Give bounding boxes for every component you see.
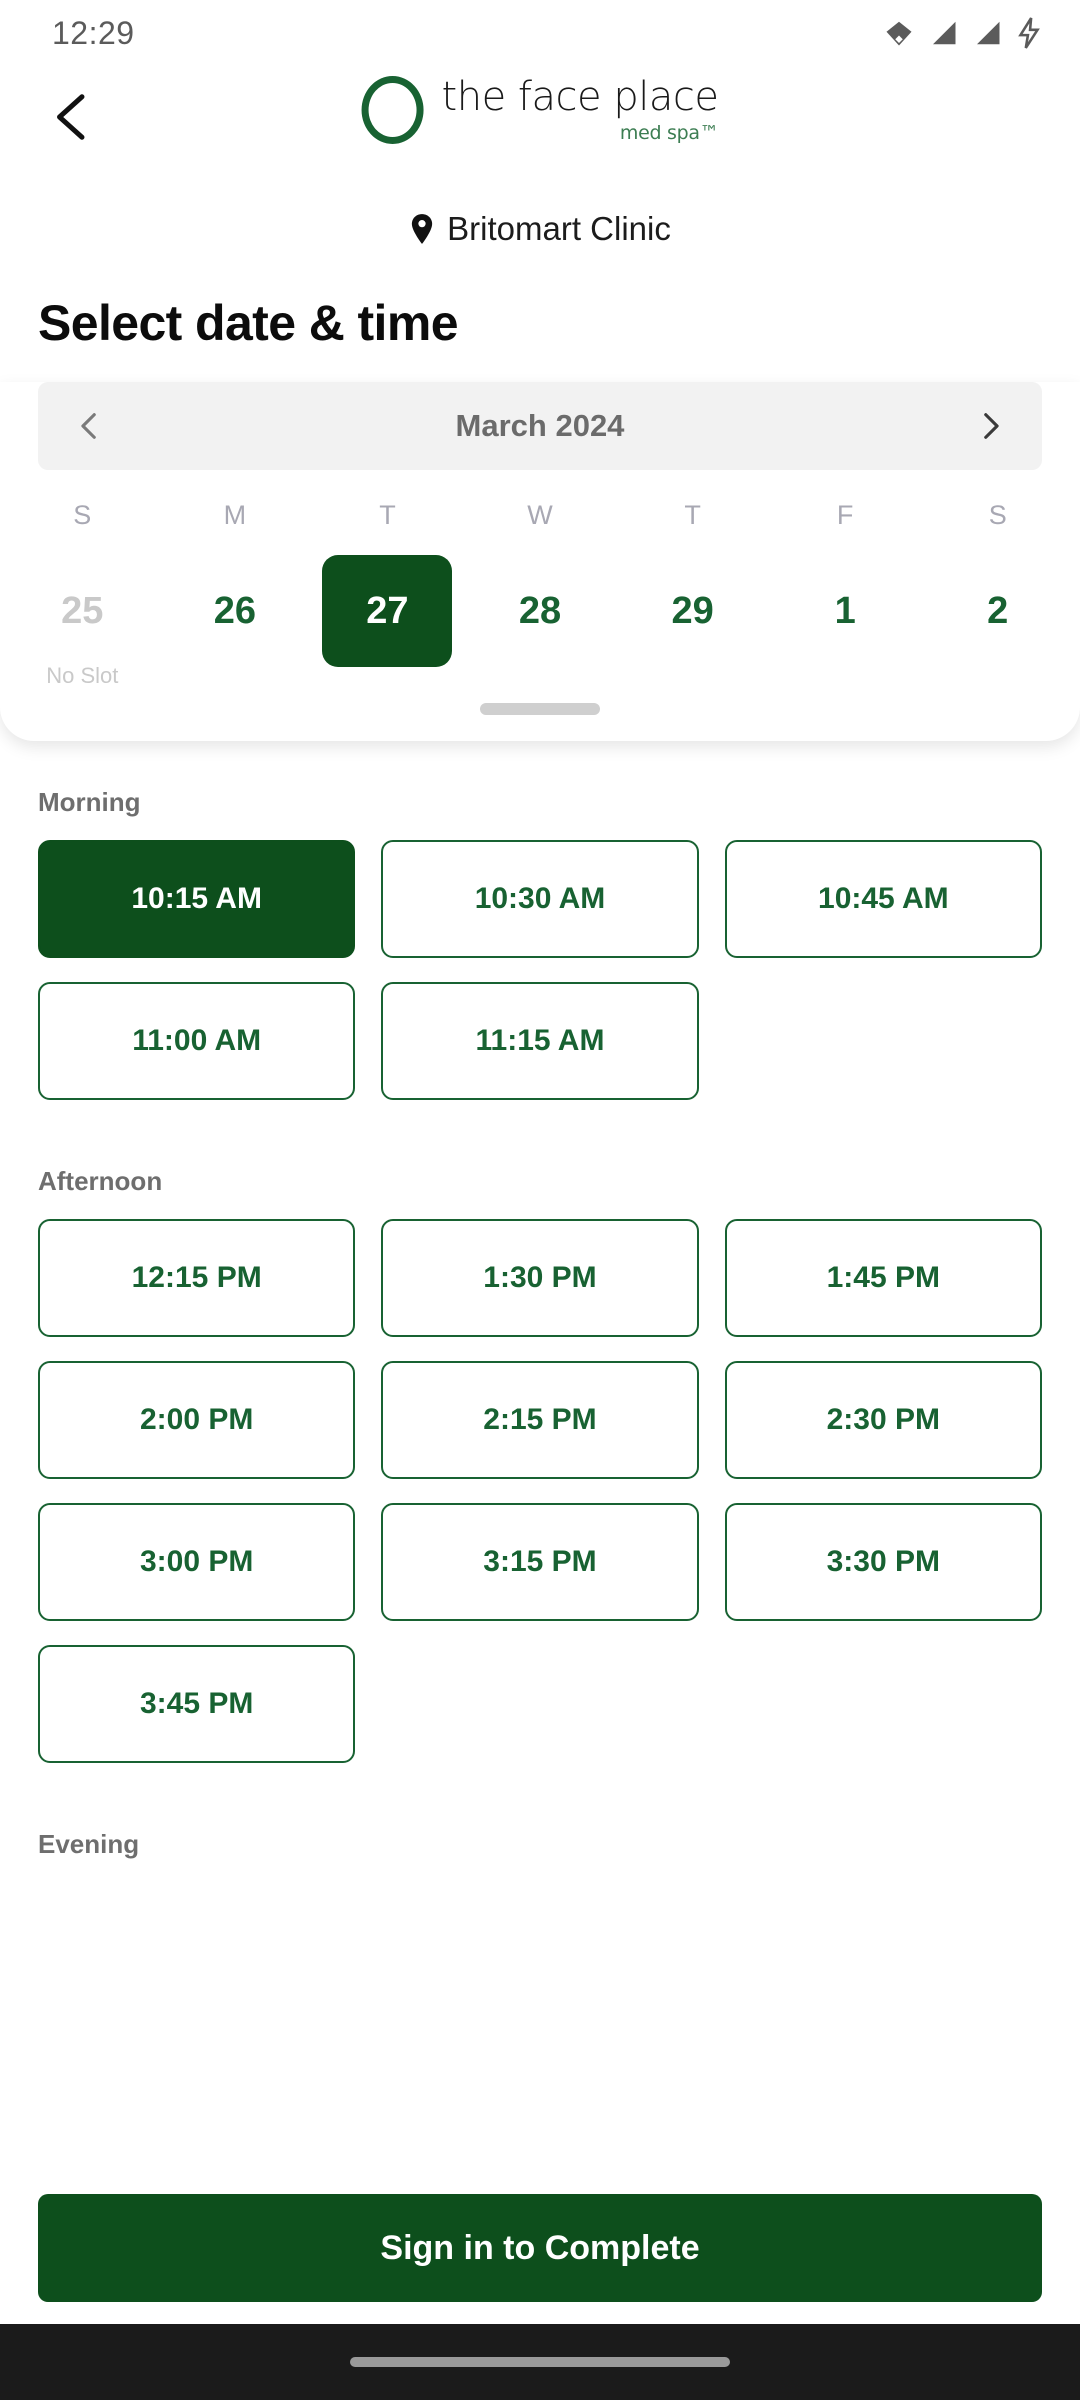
clinic-row: Britomart Clinic	[0, 210, 1080, 248]
weekday-header-row: SMTWTFS	[0, 500, 1080, 531]
date-number: 29	[671, 589, 714, 632]
time-slot-button[interactable]: 2:00 PM	[38, 1361, 356, 1479]
calendar-card: March 2024 S M T W T F S 25 No Slot 26 27 28 29 1 2	[0, 382, 1080, 741]
back-button[interactable]	[38, 84, 108, 154]
time-slot-button[interactable]: 3:00 PM	[38, 1503, 356, 1621]
chevron-left-icon	[46, 90, 100, 149]
date-number: 27	[322, 555, 453, 667]
date-cell[interactable]: 26	[159, 555, 312, 689]
home-indicator[interactable]	[350, 2357, 730, 2367]
status-time: 12:29	[52, 14, 135, 51]
date-cell[interactable]: 2	[921, 555, 1074, 689]
sign-in-to-complete-button[interactable]: Sign in to Complete	[38, 2194, 1042, 2302]
status-icon-group	[884, 17, 1042, 49]
weekday-label: S	[73, 500, 92, 530]
date-number: 28	[518, 589, 562, 632]
time-slot-button[interactable]: 1:45 PM	[724, 1219, 1042, 1337]
status-bar: 12:29	[0, 0, 1080, 66]
weekday-label: T	[684, 500, 701, 530]
date-number: 25	[61, 589, 104, 632]
date-cell: 25 No Slot	[6, 555, 159, 689]
time-slot-button[interactable]: 10:15 AM	[38, 840, 356, 958]
weekday-label: F	[836, 500, 854, 530]
date-number: 1	[834, 589, 856, 632]
brand-text: the face place med spa™	[442, 77, 719, 144]
slot-grid: 10:15 AM 10:30 AM 10:45 AM 11:00 AM 11:15 AM	[38, 840, 1042, 1100]
ring-logo-icon	[361, 76, 424, 144]
app-screen: 12:29 the face place med spa™ Britomart …	[0, 0, 1080, 2400]
time-slot-button[interactable]: 2:30 PM	[724, 1361, 1042, 1479]
date-number: 2	[987, 589, 1009, 632]
time-slot-area: Morning 10:15 AM 10:30 AM 10:45 AM 11:00 AM 1…	[0, 787, 1080, 1882]
weekday-label: S	[988, 500, 1007, 530]
date-note: No Slot	[46, 663, 119, 688]
weekday-label: M	[223, 500, 247, 530]
weekday-label: W	[527, 500, 553, 530]
slot-grid: 12:15 PM 1:30 PM 1:45 PM 2:00 PM 2:15 PM 2:30…	[38, 1219, 1042, 1763]
date-cell[interactable]: 27	[311, 555, 464, 689]
time-slot-button[interactable]: 11:15 AM	[381, 982, 699, 1100]
cta-container: Sign in to Complete	[0, 2194, 1080, 2302]
app-header: the face place med spa™	[0, 66, 1080, 186]
time-slot-button[interactable]: 11:00 AM	[38, 982, 356, 1100]
date-row: 25 No Slot 26 27 28 29 1 2	[0, 555, 1080, 689]
date-cell[interactable]: 1	[769, 555, 922, 689]
signal-icon	[972, 18, 1002, 48]
date-number: 26	[213, 589, 256, 632]
slot-section-label: Morning	[38, 787, 141, 817]
brand-logo: the face place med spa™	[361, 76, 719, 144]
slot-section-label: Evening	[38, 1829, 140, 1859]
calendar-drag-handle[interactable]	[480, 703, 600, 715]
time-slot-button[interactable]: 1:30 PM	[381, 1219, 699, 1337]
time-slot-button[interactable]: 3:45 PM	[38, 1645, 356, 1763]
date-cell[interactable]: 29	[616, 555, 769, 689]
location-pin-icon	[409, 213, 435, 245]
time-slot-button[interactable]: 10:45 AM	[724, 840, 1042, 958]
brand-name: the face place	[441, 73, 719, 120]
month-label: March 2024	[455, 408, 625, 443]
weekday-label: T	[379, 500, 396, 530]
date-cell[interactable]: 28	[464, 555, 617, 689]
page-title: Select date & time	[38, 295, 459, 351]
time-slot-button[interactable]: 3:15 PM	[381, 1503, 699, 1621]
signal-icon	[928, 18, 958, 48]
month-navigation-bar: March 2024	[38, 382, 1042, 470]
slot-section-label: Afternoon	[38, 1166, 163, 1196]
clinic-name: Britomart Clinic	[447, 210, 671, 247]
time-slot-button[interactable]: 2:15 PM	[381, 1361, 699, 1479]
time-slot-button[interactable]: 3:30 PM	[724, 1503, 1042, 1621]
charging-bolt-icon	[1016, 17, 1042, 49]
system-navigation-bar	[0, 2324, 1080, 2400]
time-slot-button[interactable]: 12:15 PM	[38, 1219, 356, 1337]
wifi-icon	[884, 18, 914, 48]
next-month-button[interactable]	[970, 406, 1010, 446]
brand-subtitle: med spa™	[619, 121, 719, 144]
prev-month-button[interactable]	[70, 406, 110, 446]
time-slot-button[interactable]: 10:30 AM	[381, 840, 699, 958]
